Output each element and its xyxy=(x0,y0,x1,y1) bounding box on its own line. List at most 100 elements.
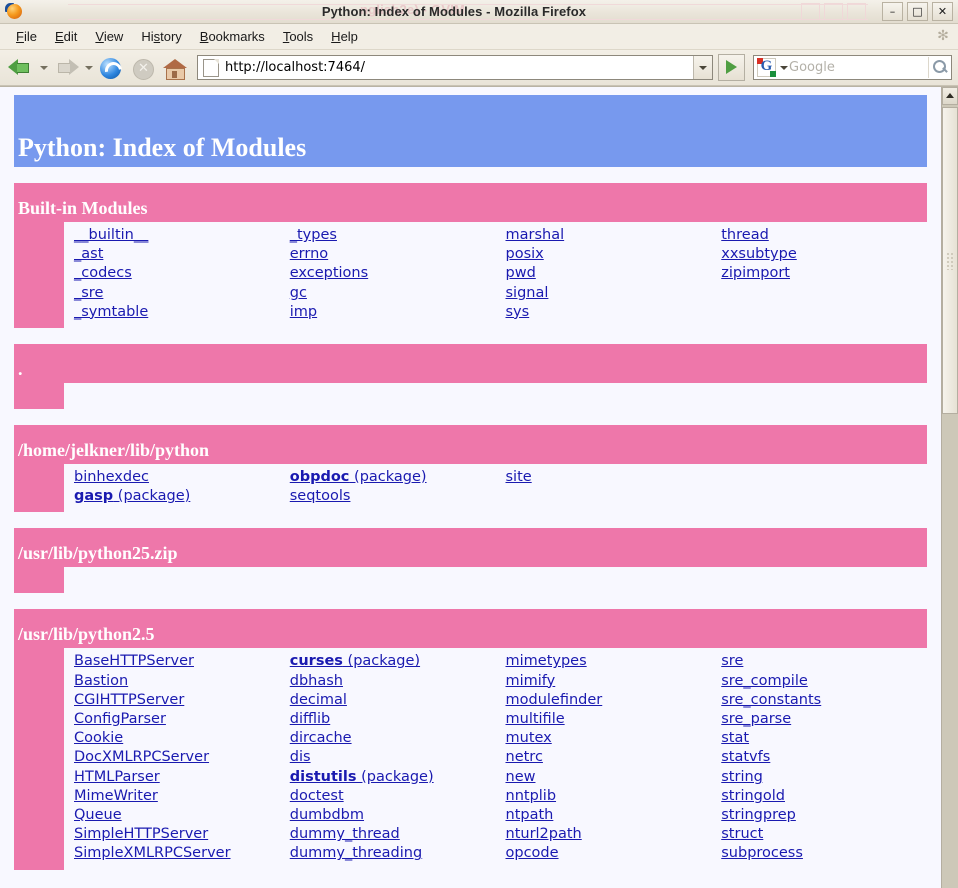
module-link[interactable]: MimeWriter xyxy=(74,787,158,806)
module-link[interactable]: sys xyxy=(506,303,530,322)
module-link[interactable]: errno xyxy=(290,245,328,264)
stop-icon: ✕ xyxy=(133,59,154,80)
module-link[interactable]: modulefinder xyxy=(506,691,603,710)
module-link[interactable]: _types xyxy=(290,226,337,245)
module-link[interactable]: decimal xyxy=(290,691,347,710)
module-link[interactable]: string xyxy=(721,768,763,787)
module-link[interactable]: difflib xyxy=(290,710,330,729)
module-link[interactable]: dbhash xyxy=(290,672,343,691)
module-link[interactable]: obpdoc (package) xyxy=(290,468,427,487)
module-link[interactable]: mutex xyxy=(506,729,552,748)
reload-button[interactable] xyxy=(96,55,126,81)
module-link[interactable]: pwd xyxy=(506,264,536,283)
search-icon[interactable] xyxy=(928,57,951,78)
menu-item-file[interactable]: File xyxy=(7,27,46,46)
module-link[interactable]: seqtools xyxy=(290,487,351,506)
menu-item-history[interactable]: History xyxy=(132,27,190,46)
menu-item-tools[interactable]: Tools xyxy=(274,27,322,46)
module-link[interactable]: binhexdec xyxy=(74,468,149,487)
go-button[interactable] xyxy=(718,54,745,81)
module-link[interactable]: subprocess xyxy=(721,844,803,863)
module-link[interactable]: gc xyxy=(290,284,307,303)
module-link[interactable]: statvfs xyxy=(721,748,770,767)
module-link[interactable]: dummy_thread xyxy=(290,825,400,844)
search-input[interactable]: Google xyxy=(789,60,928,75)
scrollbar-thumb[interactable] xyxy=(942,107,958,414)
stop-button[interactable]: ✕ xyxy=(128,55,158,81)
module-link[interactable]: sre xyxy=(721,652,743,671)
module-link[interactable]: HTMLParser xyxy=(74,768,160,787)
vertical-scrollbar[interactable] xyxy=(941,87,958,888)
module-link[interactable]: _ast xyxy=(74,245,103,264)
module-link[interactable]: sre_constants xyxy=(721,691,821,710)
module-link[interactable]: dummy_threading xyxy=(290,844,422,863)
module-link[interactable]: marshal xyxy=(506,226,565,245)
scroll-up-button[interactable] xyxy=(942,87,958,105)
module-link[interactable]: new xyxy=(506,768,536,787)
address-bar[interactable]: http://localhost:7464/ xyxy=(197,55,713,80)
module-link[interactable]: netrc xyxy=(506,748,543,767)
module-link[interactable]: posix xyxy=(506,245,544,264)
menu-item-edit[interactable]: Edit xyxy=(46,27,86,46)
module-link[interactable]: xxsubtype xyxy=(721,245,797,264)
back-button[interactable] xyxy=(6,55,36,81)
module-link[interactable]: nturl2path xyxy=(506,825,582,844)
module-link[interactable]: Bastion xyxy=(74,672,128,691)
module-link[interactable]: BaseHTTPServer xyxy=(74,652,194,671)
forward-button[interactable] xyxy=(51,55,81,81)
search-bar[interactable]: G Google xyxy=(753,55,952,80)
close-button[interactable]: ✕ xyxy=(932,2,953,21)
module-link[interactable]: Cookie xyxy=(74,729,123,748)
module-link[interactable]: _codecs xyxy=(74,264,132,283)
address-bar-dropdown[interactable] xyxy=(693,56,712,79)
search-engine-dropdown[interactable] xyxy=(778,57,789,78)
section-body: BaseHTTPServerBastionCGIHTTPServerConfig… xyxy=(14,648,927,869)
module-link[interactable]: dircache xyxy=(290,729,352,748)
module-link[interactable]: exceptions xyxy=(290,264,368,283)
module-link[interactable]: __builtin__ xyxy=(74,226,148,245)
module-link[interactable]: opcode xyxy=(506,844,559,863)
module-link[interactable]: distutils (package) xyxy=(290,768,434,787)
module-link[interactable]: sre_compile xyxy=(721,672,808,691)
module-link[interactable]: zipimport xyxy=(721,264,790,283)
module-link[interactable]: Queue xyxy=(74,806,122,825)
module-link[interactable]: ntpath xyxy=(506,806,554,825)
module-link[interactable]: multifile xyxy=(506,710,565,729)
menu-item-view[interactable]: View xyxy=(86,27,132,46)
module-link[interactable]: SimpleXMLRPCServer xyxy=(74,844,231,863)
module-link[interactable]: mimify xyxy=(506,672,556,691)
module-link[interactable]: signal xyxy=(506,284,549,303)
maximize-button[interactable]: □ xyxy=(907,2,928,21)
module-link[interactable]: mimetypes xyxy=(506,652,587,671)
scrollbar-trough[interactable] xyxy=(942,414,958,888)
module-link[interactable]: sre_parse xyxy=(721,710,791,729)
forward-history-dropdown[interactable] xyxy=(83,55,94,81)
gear-icon[interactable]: ✻ xyxy=(936,29,950,43)
module-link[interactable]: DocXMLRPCServer xyxy=(74,748,209,767)
module-link[interactable]: doctest xyxy=(290,787,344,806)
module-link[interactable]: dis xyxy=(290,748,311,767)
back-history-dropdown[interactable] xyxy=(38,55,49,81)
menu-edit-accel: E xyxy=(55,29,64,44)
module-link[interactable]: SimpleHTTPServer xyxy=(74,825,208,844)
module-link[interactable]: thread xyxy=(721,226,769,245)
module-link[interactable]: _symtable xyxy=(74,303,148,322)
module-link[interactable]: dumbdbm xyxy=(290,806,364,825)
module-link[interactable]: stringold xyxy=(721,787,785,806)
module-link[interactable]: CGIHTTPServer xyxy=(74,691,184,710)
module-link[interactable]: stringprep xyxy=(721,806,796,825)
module-link[interactable]: gasp (package) xyxy=(74,487,190,506)
module-link[interactable]: stat xyxy=(721,729,749,748)
module-link[interactable]: imp xyxy=(290,303,317,322)
module-link[interactable]: curses (package) xyxy=(290,652,420,671)
module-link[interactable]: site xyxy=(506,468,532,487)
module-link[interactable]: struct xyxy=(721,825,763,844)
menu-item-help[interactable]: Help xyxy=(322,27,367,46)
menu-item-bookmarks[interactable]: Bookmarks xyxy=(191,27,274,46)
module-sections: Built-in Modules__builtin___ast_codecs_s… xyxy=(14,183,927,870)
home-button[interactable] xyxy=(160,55,190,81)
module-link[interactable]: ConfigParser xyxy=(74,710,166,729)
module-link[interactable]: nntplib xyxy=(506,787,557,806)
minimize-button[interactable]: – xyxy=(882,2,903,21)
module-link[interactable]: _sre xyxy=(74,284,103,303)
